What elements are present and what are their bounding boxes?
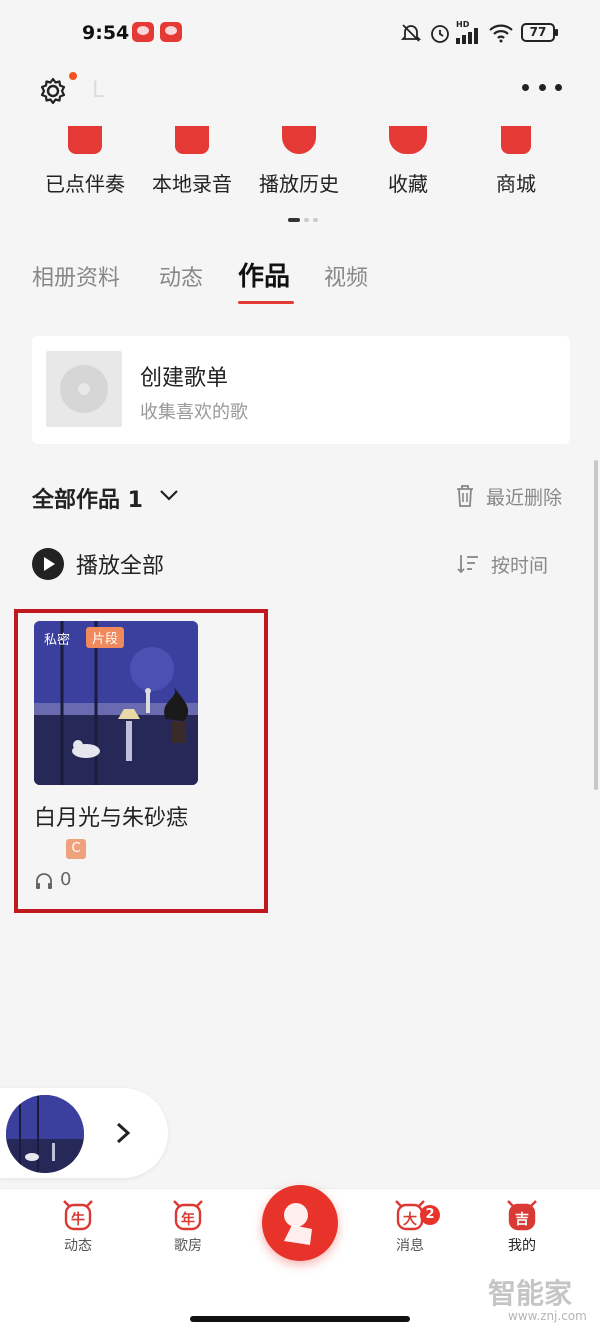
quick-entry-label: 收藏 xyxy=(388,172,428,196)
ox-rooms-icon: 年 xyxy=(170,1195,206,1233)
quick-entry-favorites[interactable]: 收藏 xyxy=(353,120,463,197)
alarm-icon xyxy=(431,25,449,43)
watermark-url: www.znj.com xyxy=(508,1309,587,1323)
work-title: 白月光与朱砂痣 xyxy=(34,806,189,831)
trash-icon xyxy=(457,485,473,507)
quick-entry-label: 播放历史 xyxy=(259,172,339,196)
dot-icon xyxy=(522,84,529,91)
quick-entry-label: 商城 xyxy=(496,172,536,196)
svg-text:牛: 牛 xyxy=(71,1211,85,1228)
play-icon xyxy=(32,548,64,580)
quick-entry-shop[interactable]: 商城 xyxy=(461,120,571,197)
record-button[interactable] xyxy=(262,1185,338,1261)
more-menu-button[interactable] xyxy=(522,84,562,94)
sort-icon xyxy=(457,555,478,574)
recently-deleted-label: 最近删除 xyxy=(486,487,563,509)
play-count-value: 0 xyxy=(60,869,72,890)
microphone-icon xyxy=(284,1203,312,1245)
dot-icon xyxy=(538,84,546,91)
quick-entry-local-recording[interactable]: 本地录音 xyxy=(137,120,247,197)
tab-videos[interactable]: 视频 xyxy=(324,260,368,292)
nav-item-me[interactable]: 吉 我的 xyxy=(482,1195,562,1255)
battery-indicator: 77 xyxy=(521,23,558,42)
nav-item-moments[interactable]: 牛 动态 xyxy=(38,1195,118,1255)
app-notification-icon xyxy=(132,22,154,42)
status-bar: 9:54 HD 77 xyxy=(0,0,600,66)
work-item-highlight[interactable]: 私密 片段 白月光与朱砂痣 C 0 xyxy=(14,609,268,913)
page-dot xyxy=(304,218,309,222)
watermark-text: 智能家 xyxy=(488,1277,573,1310)
dot-icon xyxy=(555,84,562,91)
page-dot-active xyxy=(288,218,300,222)
chevron-right-icon[interactable] xyxy=(112,1120,134,1146)
nav-label: 歌房 xyxy=(174,1238,202,1254)
home-indicator[interactable] xyxy=(190,1316,410,1322)
privacy-tag: 私密 xyxy=(44,633,71,648)
checkmark-icon xyxy=(68,126,102,154)
mute-bell-icon xyxy=(400,24,422,42)
nav-label: 我的 xyxy=(508,1238,536,1254)
chevron-down-icon[interactable] xyxy=(158,484,180,506)
quick-entry-label: 本地录音 xyxy=(152,172,232,196)
clock-icon xyxy=(282,126,316,154)
mini-cover-illustration xyxy=(6,1095,84,1173)
quick-entry-history[interactable]: 播放历史 xyxy=(244,120,354,197)
page-dot xyxy=(313,218,318,222)
sort-label: 按时间 xyxy=(491,555,549,577)
headphones-icon xyxy=(36,873,52,889)
wifi-icon xyxy=(489,24,513,43)
play-all-label: 播放全部 xyxy=(76,554,165,579)
scrollbar[interactable] xyxy=(594,460,598,790)
svg-text:年: 年 xyxy=(181,1211,195,1228)
ox-me-icon: 吉 xyxy=(504,1195,540,1233)
signal-icon xyxy=(456,28,478,44)
nav-item-messages[interactable]: 大 消息 xyxy=(370,1195,450,1255)
nav-item-rooms[interactable]: 年 歌房 xyxy=(148,1195,228,1255)
tab-album[interactable]: 相册资料 xyxy=(32,260,120,292)
create-playlist-card[interactable]: 创建歌单 收集喜欢的歌 xyxy=(32,336,570,444)
settings-gear-icon[interactable] xyxy=(38,76,68,106)
mini-player-cover xyxy=(6,1095,84,1173)
svg-text:大: 大 xyxy=(403,1211,417,1228)
quick-entry-label: 已点伴奏 xyxy=(45,172,125,196)
create-playlist-subtitle: 收集喜欢的歌 xyxy=(140,402,248,423)
mini-player[interactable] xyxy=(0,1088,168,1178)
nav-label: 消息 xyxy=(396,1238,424,1254)
ox-moments-icon: 牛 xyxy=(60,1195,96,1233)
app-notification-icon xyxy=(160,22,182,42)
grade-badge: C xyxy=(66,839,86,859)
create-playlist-title: 创建歌单 xyxy=(140,366,229,391)
quick-entries: 已点伴奏 本地录音 播放历史 收藏 商城 xyxy=(0,120,600,200)
quick-entry-ordered[interactable]: 已点伴奏 xyxy=(30,120,140,197)
work-cover-art: 私密 片段 xyxy=(34,621,198,785)
notification-dot xyxy=(69,72,77,80)
playlist-placeholder-thumb xyxy=(46,351,122,427)
nav-label: 动态 xyxy=(64,1238,92,1254)
music-note-icon xyxy=(175,126,209,154)
active-tab-indicator xyxy=(238,301,294,304)
status-time: 9:54 xyxy=(82,22,130,44)
works-count-dropdown[interactable]: 全部作品 1 xyxy=(32,482,143,514)
page-indicator xyxy=(288,218,318,222)
shop-icon xyxy=(501,126,531,154)
disc-icon xyxy=(60,365,108,413)
heart-icon xyxy=(389,126,427,154)
clip-tag: 片段 xyxy=(86,627,125,648)
tab-works[interactable]: 作品 xyxy=(238,256,290,293)
header-name: L xyxy=(92,78,105,103)
svg-text:吉: 吉 xyxy=(515,1211,529,1228)
messages-badge: 2 xyxy=(420,1205,440,1225)
tab-moments[interactable]: 动态 xyxy=(159,260,203,292)
